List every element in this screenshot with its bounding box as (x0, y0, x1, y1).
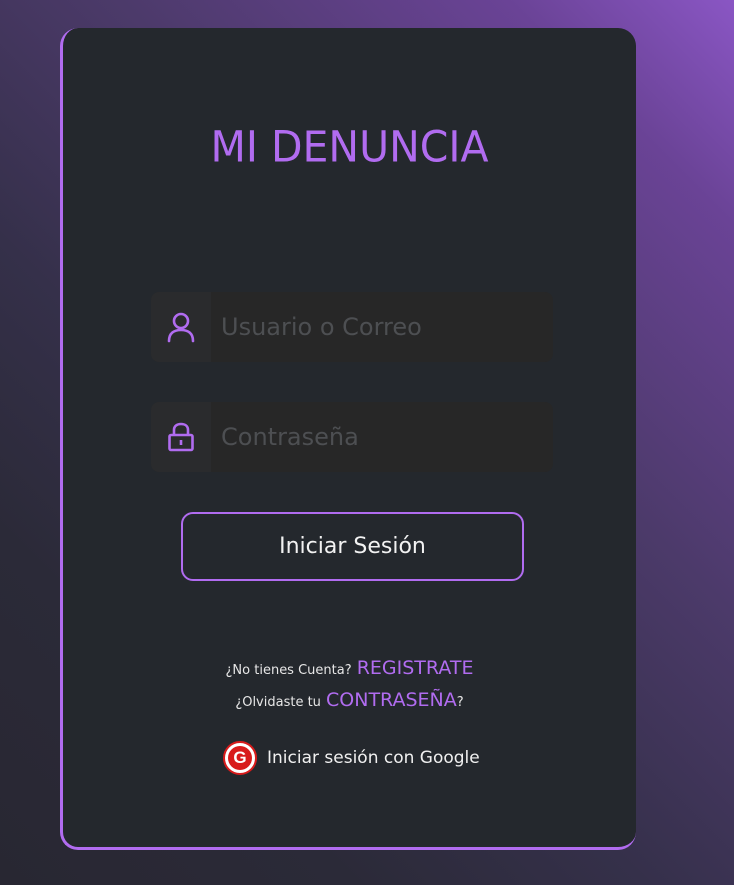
register-prompt: ¿No tienes Cuenta? (225, 663, 352, 678)
register-row: ¿No tienes Cuenta? REGISTRATE (63, 657, 636, 679)
login-card: MI DENUNCIA Iniciar Sesión ¿No tienes Cu… (60, 28, 636, 850)
forgot-prompt: ¿Olvidaste tu (235, 695, 321, 710)
password-input[interactable] (211, 402, 553, 472)
forgot-suffix: ? (456, 695, 464, 710)
forgot-password-link[interactable]: CONTRASEÑA (326, 689, 457, 711)
google-icon: G (223, 741, 257, 775)
user-icon (151, 292, 211, 362)
app-title: MI DENUNCIA (210, 121, 489, 173)
login-button[interactable]: Iniciar Sesión (181, 512, 524, 581)
google-signin-button[interactable]: G Iniciar sesión con Google (223, 741, 480, 775)
password-field[interactable] (151, 402, 553, 472)
username-input[interactable] (211, 292, 553, 362)
google-icon-letter: G (228, 746, 252, 770)
username-field[interactable] (151, 292, 553, 362)
register-link[interactable]: REGISTRATE (357, 657, 474, 679)
lock-icon (151, 402, 211, 472)
google-signin-label: Iniciar sesión con Google (267, 748, 480, 768)
forgot-row: ¿Olvidaste tu CONTRASEÑA? (63, 689, 636, 711)
